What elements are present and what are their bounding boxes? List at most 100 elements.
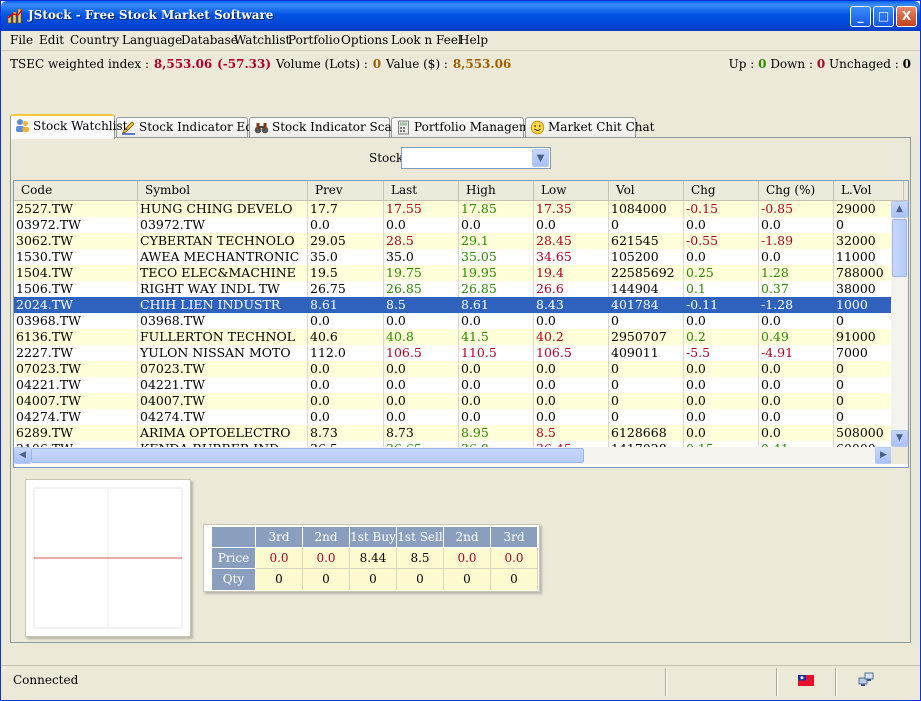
cell-high: 0.0 (459, 393, 534, 409)
cell-vol: 1084000 (609, 201, 684, 217)
table-row[interactable]: 03968.TW 03968.TW 0.0 0.0 0.0 0.0 0 0.0 0.0 0 (14, 313, 892, 329)
table-row[interactable]: 6289.TW ARIMA OPTOELECTRO 8.73 8.73 8.95 8.5 6… (14, 425, 892, 441)
cell-prev: 17.7 (308, 201, 384, 217)
market-index-line: TSEC weighted index : 8,553.06 (-57.33) … (10, 57, 512, 71)
value-amount: 8,553.06 (452, 57, 512, 71)
menu-help[interactable]: Help (459, 33, 488, 47)
bid-ask-qty-cell: 0 (256, 569, 303, 590)
column-header-chg[interactable]: Chg (684, 181, 759, 201)
column-header-last[interactable]: Last (384, 181, 459, 201)
cell-low: 106.5 (534, 345, 609, 361)
tab-stock-watchlist[interactable]: Stock Watchlist (10, 114, 127, 139)
cell-chg-percent: -4.91 (759, 345, 834, 361)
cell-prev: 8.61 (308, 297, 384, 313)
column-header-code[interactable]: Code (14, 181, 138, 201)
cell-chg-percent: -1.28 (759, 297, 834, 313)
cell-code: 1504.TW (14, 265, 138, 281)
menu-portfolio[interactable]: Portfolio (288, 33, 340, 47)
scroll-up-icon[interactable]: ▲ (891, 201, 908, 218)
column-header-last-vol[interactable]: L.Vol (834, 181, 904, 201)
cell-chg: 0.0 (684, 217, 759, 233)
bid-ask-header: 2nd Buy (303, 527, 350, 565)
cell-last-vol: 32000 (834, 233, 892, 249)
menu-database[interactable]: Database (181, 33, 238, 47)
bid-ask-price-cell: 0.0 (491, 548, 538, 569)
column-header-vol[interactable]: Vol (609, 181, 684, 201)
horizontal-scroll-thumb[interactable] (31, 448, 584, 463)
cell-symbol: CYBERTAN TECHNOLO (138, 233, 308, 249)
table-row[interactable]: 2227.TW YULON NISSAN MOTO 112.0 106.5 110.5 1… (14, 345, 892, 361)
table-row[interactable]: 1506.TW RIGHT WAY INDL TW 26.75 26.85 26.85 2… (14, 281, 892, 297)
cell-low: 0.0 (534, 377, 609, 393)
cell-last: 19.75 (384, 265, 459, 281)
menu-options[interactable]: Options (341, 33, 388, 47)
index-change: (-57.33) (217, 57, 272, 71)
scroll-right-icon[interactable]: ▶ (875, 447, 892, 464)
cell-high: 110.5 (459, 345, 534, 361)
cell-vol: 621545 (609, 233, 684, 249)
app-chart-icon (7, 8, 23, 24)
title-bar[interactable]: JStock - Free Stock Market Software _ □ … (1, 1, 920, 31)
table-row[interactable]: 04221.TW 04221.TW 0.0 0.0 0.0 0.0 0 0.0 0.0 0 (14, 377, 892, 393)
cell-vol: 22585692 (609, 265, 684, 281)
vertical-scrollbar[interactable]: ▲ ▼ (891, 201, 908, 447)
horizontal-scrollbar[interactable]: ◀ ▶ (14, 447, 892, 464)
tab-stock-indicator-editor[interactable]: Stock Indicator Editor (116, 117, 275, 138)
cell-last: 106.5 (384, 345, 459, 361)
cell-chg-percent: -1.89 (759, 233, 834, 249)
column-header-chg-percent[interactable]: Chg (%) (759, 181, 834, 201)
cell-prev: 0.0 (308, 393, 384, 409)
table-row[interactable]: 2527.TW HUNG CHING DEVELO 17.7 17.55 17.85 17… (14, 201, 892, 217)
menu-watchlist[interactable]: Watchlist (234, 33, 290, 47)
taiwan-flag-icon[interactable] (798, 675, 814, 686)
chevron-down-icon[interactable]: ▼ (532, 149, 549, 167)
table-row[interactable]: 2024.TW CHIH LIEN INDUSTR 8.61 8.5 8.61 8.43 4… (14, 297, 892, 313)
menu-country[interactable]: Country (70, 33, 119, 47)
table-row[interactable]: 07023.TW 07023.TW 0.0 0.0 0.0 0.0 0 0.0 0.0 0 (14, 361, 892, 377)
menu-file[interactable]: File (10, 33, 33, 47)
minimize-button[interactable]: _ (850, 6, 871, 27)
watchlist-panel: Stock ▼ Code Symbol Prev Last High Low Vol Chg C… (10, 137, 911, 643)
cell-chg: -5.5 (684, 345, 759, 361)
vertical-scroll-thumb[interactable] (892, 219, 907, 277)
table-row[interactable]: 03972.TW 03972.TW 0.0 0.0 0.0 0.0 0 0.0 0.0 0 (14, 217, 892, 233)
scroll-down-icon[interactable]: ▼ (891, 430, 908, 447)
cell-symbol: 04221.TW (138, 377, 308, 393)
table-row[interactable]: 04274.TW 04274.TW 0.0 0.0 0.0 0.0 0 0.0 0.0 0 (14, 409, 892, 425)
status-divider (665, 668, 667, 696)
table-row[interactable]: 6136.TW FULLERTON TECHNOL 40.6 40.8 41.5 40.2… (14, 329, 892, 345)
cell-low: 34.65 (534, 249, 609, 265)
tab-portfolio-management[interactable]: Portfolio Management (391, 117, 550, 138)
menu-language[interactable]: Language (122, 33, 182, 47)
cell-chg-percent: -0.85 (759, 201, 834, 217)
cell-last: 26.85 (384, 281, 459, 297)
column-header-low[interactable]: Low (534, 181, 609, 201)
tab-market-chit-chat[interactable]: Market Chit Chat (525, 117, 654, 138)
network-icon[interactable] (858, 672, 874, 688)
cell-prev: 112.0 (308, 345, 384, 361)
tab-stock-indicator-scanner[interactable]: Stock Indicator Scanner (249, 117, 420, 138)
scroll-left-icon[interactable]: ◀ (14, 447, 31, 464)
table-row[interactable]: 3062.TW CYBERTAN TECHNOLO 29.05 28.5 29.1 28.… (14, 233, 892, 249)
stock-combo-box[interactable]: ▼ (401, 147, 551, 169)
table-row[interactable]: 04007.TW 04007.TW 0.0 0.0 0.0 0.0 0 0.0 0.0 0 (14, 393, 892, 409)
column-header-symbol[interactable]: Symbol (138, 181, 308, 201)
column-header-high[interactable]: High (459, 181, 534, 201)
table-row[interactable]: 1530.TW AWEA MECHANTRONIC 35.0 35.0 35.05 34.… (14, 249, 892, 265)
column-header-prev[interactable]: Prev (308, 181, 384, 201)
cell-last-vol: 0 (834, 361, 892, 377)
cell-prev: 40.6 (308, 329, 384, 345)
volume-label: Volume (Lots) : (275, 57, 368, 71)
cell-vol: 0 (609, 313, 684, 329)
maximize-button[interactable]: □ (873, 6, 894, 27)
menu-look-n-feel[interactable]: Look n Feel (391, 33, 462, 47)
cell-prev: 26.75 (308, 281, 384, 297)
cell-chg-percent: 0.0 (759, 425, 834, 441)
cell-chg: 0.0 (684, 377, 759, 393)
close-button[interactable]: X (896, 6, 917, 27)
cell-high: 41.5 (459, 329, 534, 345)
menu-edit[interactable]: Edit (39, 33, 64, 47)
cell-vol: 144904 (609, 281, 684, 297)
table-row[interactable]: 1504.TW TECO ELEC&MACHINE 19.5 19.75 19.95 19… (14, 265, 892, 281)
cell-vol: 0 (609, 217, 684, 233)
